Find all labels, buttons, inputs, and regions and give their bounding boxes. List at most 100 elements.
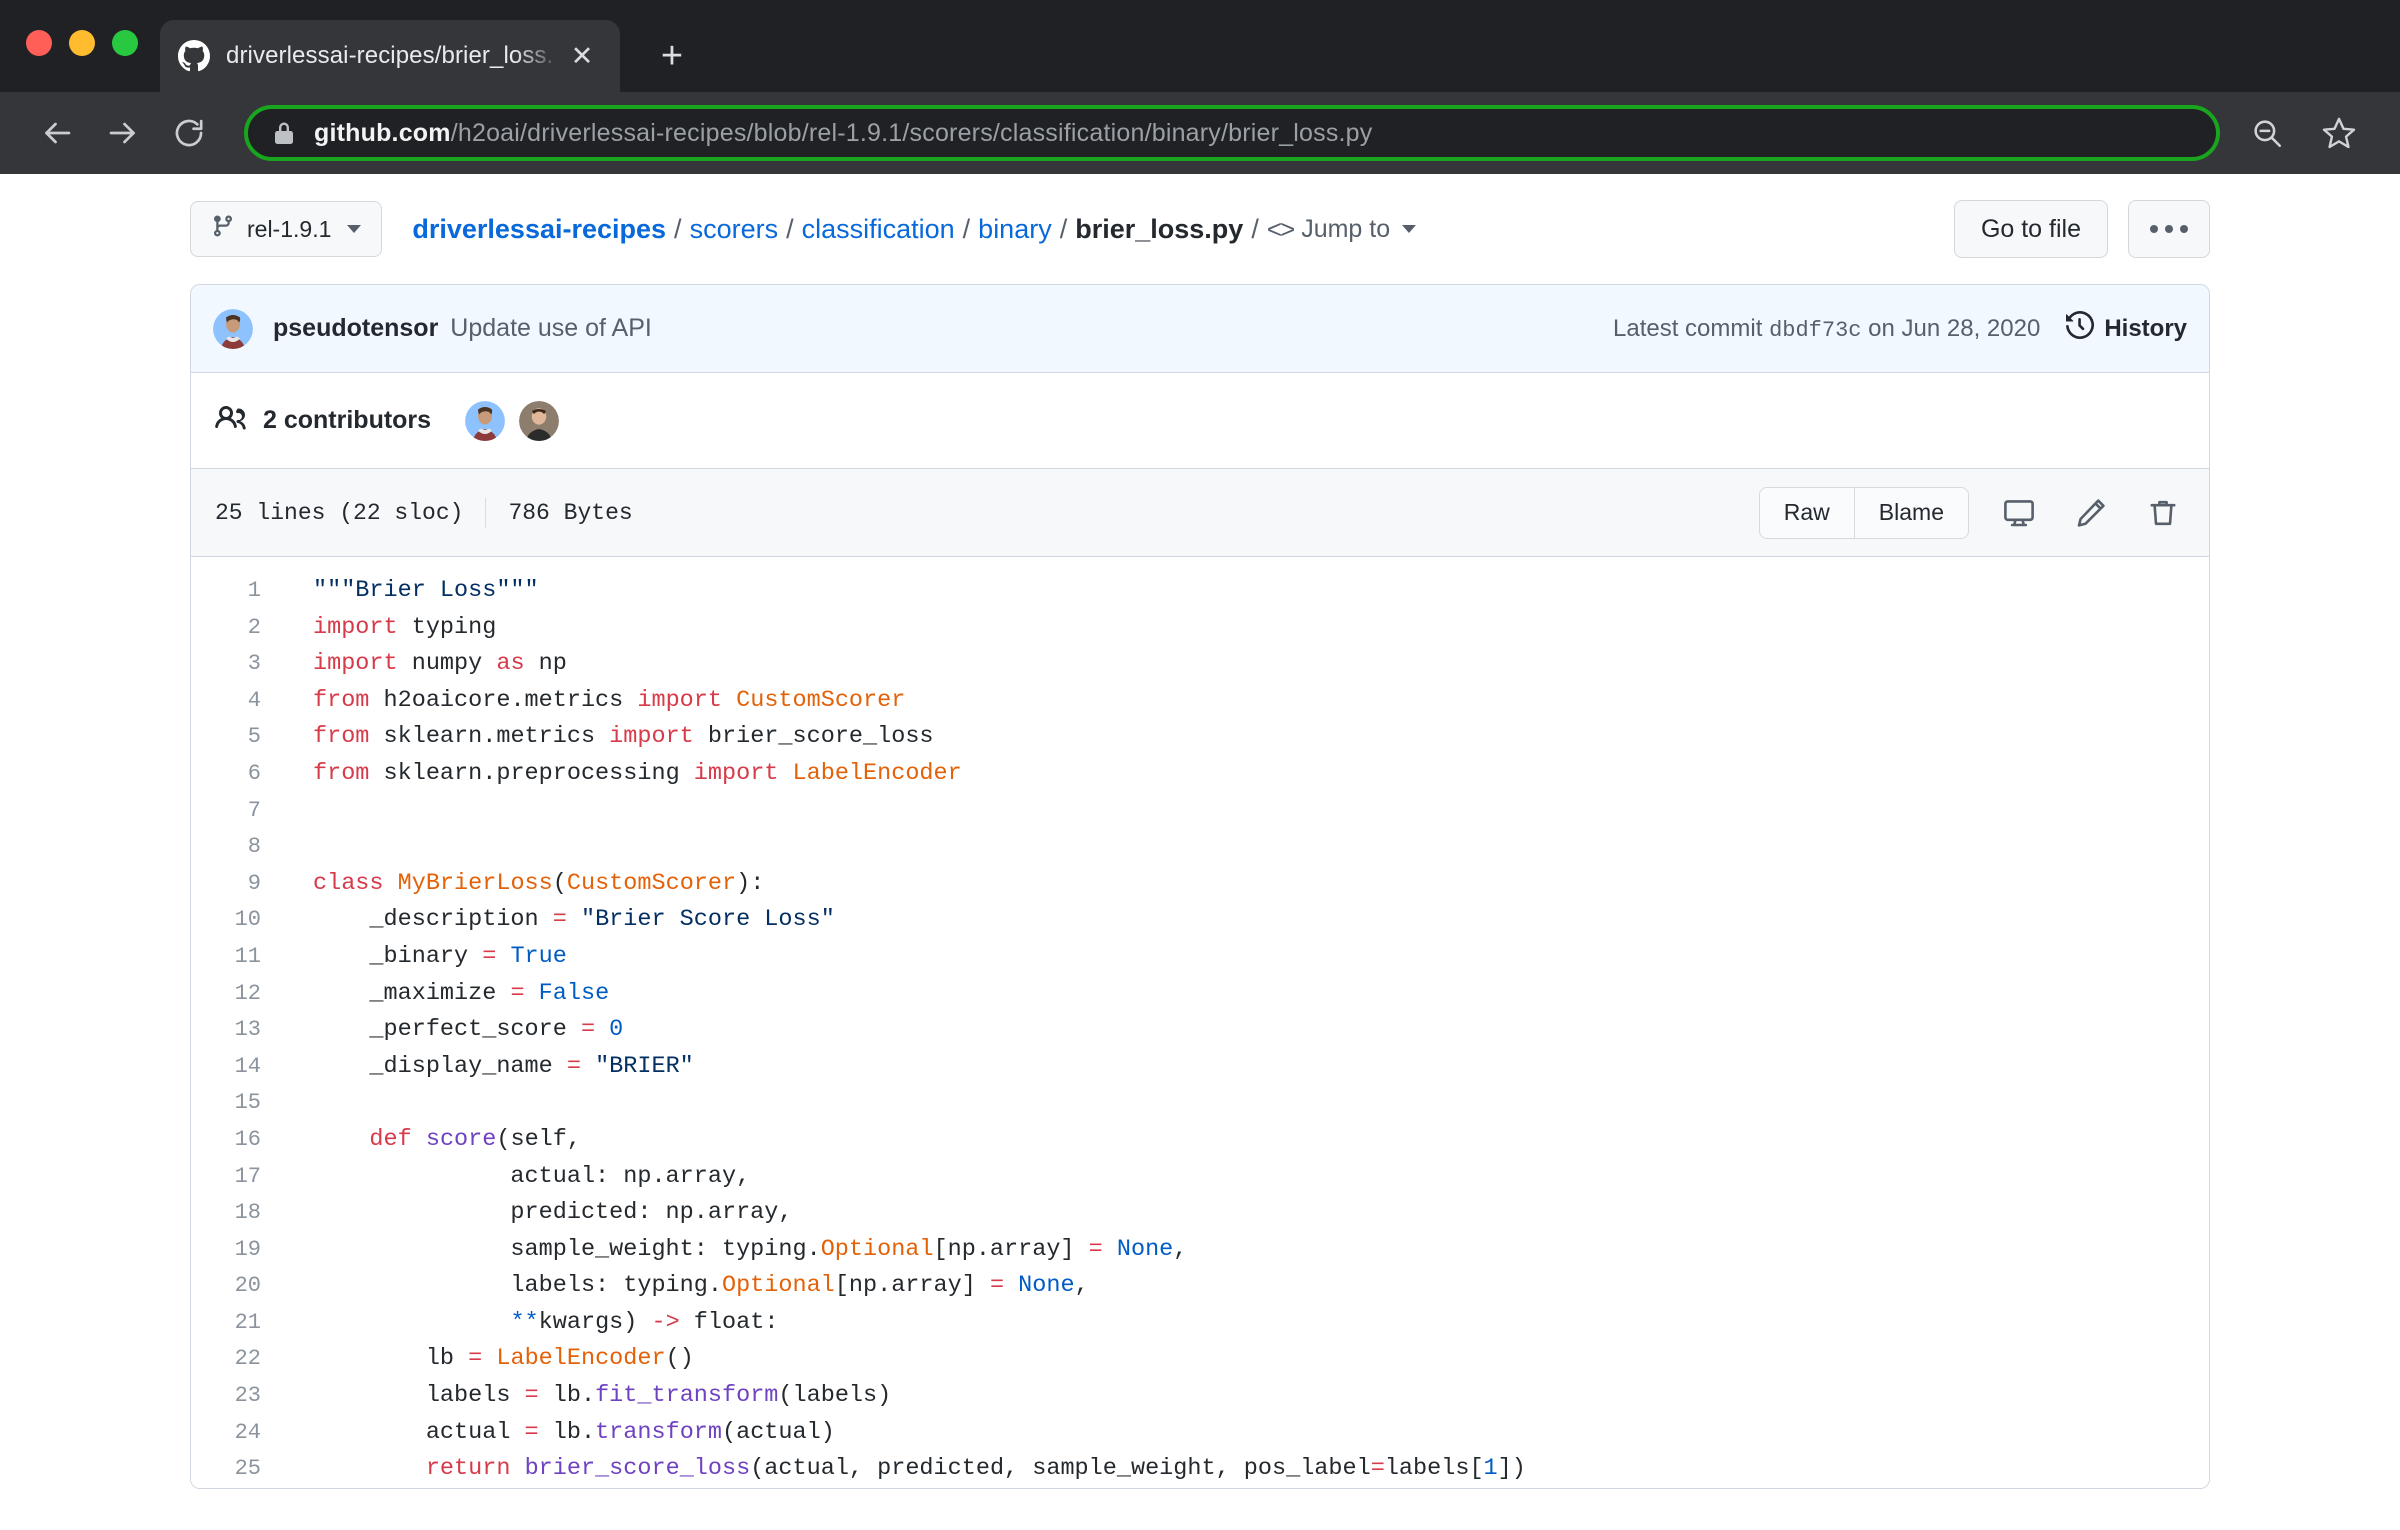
commit-author[interactable]: pseudotensor [273,314,438,343]
code-line: 17 actual: np.array, [191,1159,2209,1196]
latest-commit-bar: pseudotensor Update use of API Latest co… [191,285,2209,373]
line-number[interactable]: 22 [191,1341,287,1378]
code-token: ** [510,1308,539,1336]
toolbar-icons [2244,110,2372,156]
address-bar[interactable]: github.com/h2oai/driverlessai-recipes/bl… [244,105,2220,161]
zoom-out-icon[interactable] [2244,110,2290,156]
line-number[interactable]: 16 [191,1122,287,1159]
trash-icon[interactable] [2141,491,2185,535]
line-number[interactable]: 17 [191,1159,287,1196]
code-token: (labels) [778,1382,892,1410]
line-number[interactable]: 2 [191,610,287,647]
window-controls[interactable] [26,30,138,56]
line-number[interactable]: 18 [191,1195,287,1232]
browser-tab[interactable]: driverlessai-recipes/brier_loss. ✕ [160,20,620,92]
code-token: "BRIER" [595,1052,694,1080]
commit-message[interactable]: Update use of API [450,314,652,343]
line-number[interactable]: 13 [191,1012,287,1049]
dot [2165,225,2173,233]
line-number[interactable]: 12 [191,976,287,1013]
breadcrumb-current-file: brier_loss.py [1075,213,1244,244]
more-options-button[interactable] [2128,200,2210,258]
code-line: 6 from sklearn.preprocessing import Label… [191,756,2209,793]
go-to-file-button[interactable]: Go to file [1953,200,2108,258]
jump-to-button[interactable]: <> Jump to [1267,214,1417,245]
line-number[interactable]: 10 [191,902,287,939]
new-tab-button[interactable]: + [644,28,700,84]
line-number[interactable]: 6 [191,756,287,793]
line-number[interactable]: 20 [191,1268,287,1305]
line-number[interactable]: 7 [191,793,287,830]
breadcrumb-row: rel-1.9.1 driverlessai-recipes / scorers… [190,174,2210,270]
line-content: from h2oaicore.metrics import CustomScor… [287,683,905,720]
code-line: 24 actual = lb.transform(actual) [191,1415,2209,1452]
divider [485,497,487,528]
bookmark-star-icon[interactable] [2316,110,2362,156]
line-number[interactable]: 14 [191,1049,287,1086]
commit-meta-group: Latest commit dbdf73c on Jun 28, 2020 Hi… [1613,310,2187,346]
code-token: 0 [609,1016,624,1044]
line-number[interactable]: 5 [191,719,287,756]
code-line: 20 labels: typing.Optional[np.array] = N… [191,1268,2209,1305]
code-token: = [580,1016,596,1044]
back-button[interactable] [28,104,86,162]
avatar[interactable] [465,400,506,441]
browser-toolbar: github.com/h2oai/driverlessai-recipes/bl… [0,92,2400,174]
contributors-bar: 2 contributors [191,373,2209,469]
line-number[interactable]: 25 [191,1451,287,1488]
line-number[interactable]: 24 [191,1415,287,1452]
contributors-count[interactable]: 2 contributors [263,406,431,435]
line-number[interactable]: 21 [191,1305,287,1342]
line-number[interactable]: 8 [191,829,287,866]
code-token: LabelEncoder [496,1345,666,1373]
code-token: -> [651,1308,680,1336]
blame-button[interactable]: Blame [1853,486,1969,539]
tab-strip: driverlessai-recipes/brier_loss. ✕ + [160,20,700,92]
forward-button[interactable] [94,104,152,162]
code-token: CustomScorer [736,686,906,714]
breadcrumb-segment-classification[interactable]: classification [802,214,955,245]
breadcrumb-segment-binary[interactable]: binary [978,214,1052,245]
breadcrumb-repo[interactable]: driverlessai-recipes [412,214,666,245]
line-number[interactable]: 11 [191,939,287,976]
line-number[interactable]: 1 [191,573,287,610]
code-line: 5 from sklearn.metrics import brier_score… [191,719,2209,756]
history-button[interactable]: History [2066,310,2187,346]
close-tab-button[interactable]: ✕ [562,36,602,76]
desktop-download-icon[interactable] [1997,491,2041,535]
code-token: LabelEncoder [792,759,962,787]
reload-button[interactable] [160,104,218,162]
maximize-window-button[interactable] [112,30,138,56]
code-viewer[interactable]: 1 """Brier Loss""" 2 import typing 3 import n… [191,557,2209,1488]
line-number[interactable]: 23 [191,1378,287,1415]
avatar[interactable] [519,400,560,441]
commit-sha[interactable]: dbdf73c [1769,318,1861,343]
latest-commit-meta: Latest commit dbdf73c on Jun 28, 2020 [1613,315,2040,343]
minimize-window-button[interactable] [69,30,95,56]
breadcrumb-segment-scorers[interactable]: scorers [690,214,779,245]
breadcrumb-actions: Go to file [1953,200,2210,258]
code-token: , [1173,1235,1188,1263]
line-number[interactable]: 4 [191,683,287,720]
close-window-button[interactable] [26,30,52,56]
line-content: lb = LabelEncoder() [287,1341,694,1378]
line-content: actual = lb.transform(actual) [287,1415,835,1452]
line-number[interactable]: 9 [191,866,287,903]
code-token: brier_score_loss [693,723,934,751]
code-token: class [313,869,384,897]
line-number[interactable]: 15 [191,1085,287,1122]
breadcrumb: driverlessai-recipes / scorers / classif… [412,213,1417,245]
code-token: predicted: np.array, [313,1199,793,1227]
code-line: 25 return brier_score_loss(actual, predi… [191,1451,2209,1488]
pencil-icon[interactable] [2069,491,2113,535]
line-number[interactable]: 19 [191,1232,287,1269]
line-number[interactable]: 3 [191,646,287,683]
raw-button[interactable]: Raw [1758,486,1854,539]
line-content: _binary = True [287,939,566,976]
file-size: 786 Bytes [508,499,633,526]
code-line: 18 predicted: np.array, [191,1195,2209,1232]
line-content: _display_name = "BRIER" [287,1049,694,1086]
branch-selector[interactable]: rel-1.9.1 [190,201,383,257]
